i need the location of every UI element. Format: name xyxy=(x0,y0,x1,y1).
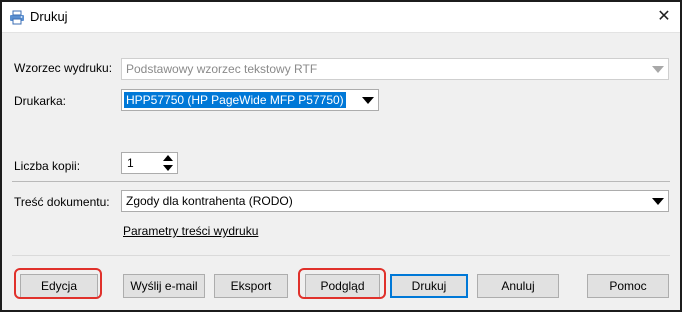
cancel-button[interactable]: Anuluj xyxy=(477,274,559,298)
separator xyxy=(12,255,670,256)
stepper-buttons xyxy=(160,154,176,172)
chevron-down-icon xyxy=(362,97,374,104)
window-title: Drukuj xyxy=(30,9,68,24)
chevron-down-icon xyxy=(652,198,664,205)
preview-button-highlight xyxy=(298,268,386,299)
stepper-up-icon[interactable] xyxy=(160,154,176,163)
chevron-down-icon xyxy=(652,66,664,73)
content-label: Treść dokumentu: xyxy=(14,195,110,209)
printer-value: HPP57750 (HP PageWide MFP P57750) xyxy=(124,92,346,108)
send-email-button[interactable]: Wyślij e-mail xyxy=(123,274,205,298)
printer-select[interactable]: HPP57750 (HP PageWide MFP P57750) xyxy=(121,89,379,111)
copies-stepper[interactable]: 1 xyxy=(121,152,178,174)
template-select[interactable]: Podstawowy wzorzec tekstowy RTF xyxy=(121,58,669,80)
copies-value: 1 xyxy=(127,156,134,170)
content-params-link[interactable]: Parametry treści wydruku xyxy=(123,224,258,238)
stepper-down-icon[interactable] xyxy=(160,163,176,172)
edit-button-highlight xyxy=(14,268,102,299)
print-button[interactable]: Drukuj xyxy=(390,274,468,298)
title-bar[interactable]: Drukuj ✕ xyxy=(2,2,680,32)
print-dialog: Drukuj ✕ Wzorzec wydruku: Podstawowy wzo… xyxy=(0,0,682,312)
content-select[interactable]: Zgody dla kontrahenta (RODO) xyxy=(121,190,669,212)
export-button[interactable]: Eksport xyxy=(214,274,288,298)
copies-label: Liczba kopii: xyxy=(14,159,81,173)
template-value: Podstawowy wzorzec tekstowy RTF xyxy=(126,62,318,76)
template-label: Wzorzec wydruku: xyxy=(14,61,113,75)
content-value: Zgody dla kontrahenta (RODO) xyxy=(126,194,293,208)
close-icon[interactable]: ✕ xyxy=(652,6,676,28)
printer-label: Drukarka: xyxy=(14,94,67,108)
help-button[interactable]: Pomoc xyxy=(587,274,669,298)
separator xyxy=(12,181,670,182)
printer-app-icon xyxy=(10,10,24,25)
